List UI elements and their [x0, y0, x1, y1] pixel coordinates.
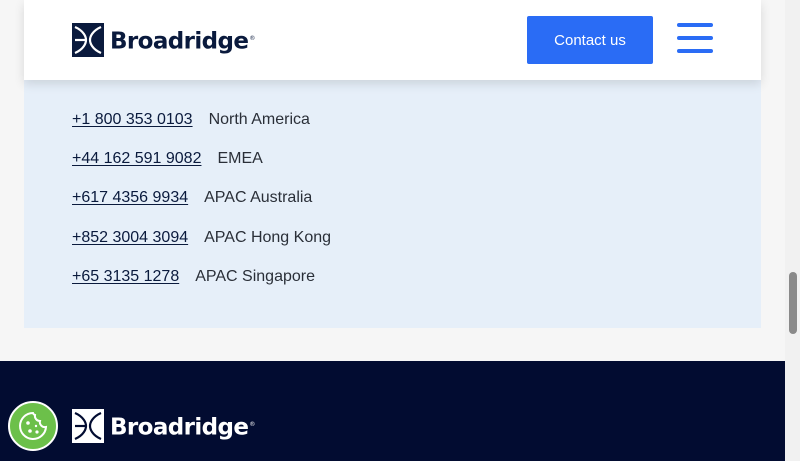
header-logo[interactable]: Broadridge®	[72, 22, 255, 59]
logo-wordmark: Broadridge®	[110, 414, 255, 441]
phone-row: +852 3004 3094 APAC Hong Kong	[72, 218, 331, 257]
cookie-icon	[19, 411, 48, 440]
phone-link-apac-hong-kong[interactable]: +852 3004 3094	[72, 229, 188, 247]
contact-us-button[interactable]: Contact us	[527, 16, 653, 64]
phone-row: +1 800 353 0103 North America	[72, 100, 331, 139]
phone-link-north-america[interactable]: +1 800 353 0103	[72, 111, 193, 129]
site-footer: Broadridge®	[0, 361, 785, 461]
region-label: APAC Hong Kong	[204, 228, 332, 246]
broadridge-logo-icon	[72, 23, 104, 58]
logo-wordmark: Broadridge®	[110, 28, 255, 55]
phone-link-emea[interactable]: +44 162 591 9082	[72, 150, 201, 168]
scrollbar-thumb[interactable]	[789, 272, 797, 334]
phone-row: +617 4356 9934 APAC Australia	[72, 179, 331, 218]
footer-logo[interactable]: Broadridge®	[72, 408, 255, 445]
phone-link-apac-singapore[interactable]: +65 3135 1278	[72, 268, 179, 286]
site-header: Broadridge® Contact us	[24, 0, 761, 80]
phone-list: +1 800 353 0103 North America +44 162 59…	[72, 100, 331, 297]
region-label: North America	[208, 110, 310, 128]
phone-link-apac-australia[interactable]: +617 4356 9934	[72, 189, 188, 207]
region-label: APAC Singapore	[195, 268, 315, 286]
vertical-scrollbar[interactable]	[785, 0, 800, 461]
phone-row: +44 162 591 9082 EMEA	[72, 139, 331, 178]
region-label: EMEA	[217, 150, 263, 168]
cookie-settings-button[interactable]	[8, 401, 58, 451]
broadridge-logo-icon	[72, 409, 104, 444]
hamburger-menu-icon[interactable]	[677, 23, 713, 55]
phone-row: +65 3135 1278 APAC Singapore	[72, 258, 331, 297]
region-label: APAC Australia	[204, 189, 313, 207]
